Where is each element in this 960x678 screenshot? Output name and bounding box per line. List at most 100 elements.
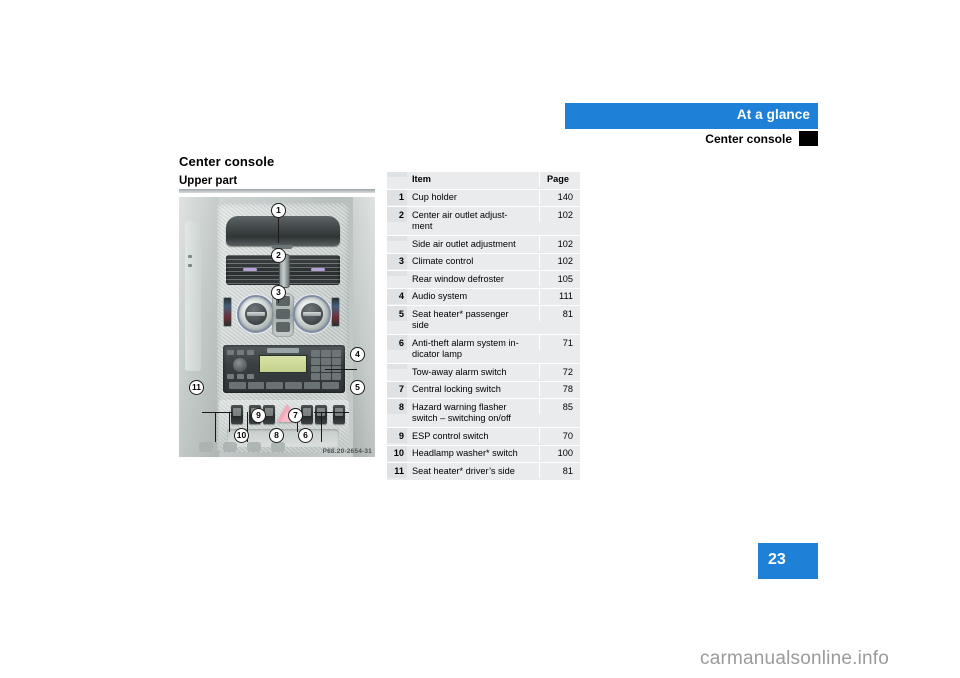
door-trim-inlay — [185, 221, 201, 371]
seat-heater-passenger-switch — [333, 405, 345, 424]
leader-line-9 — [229, 412, 231, 432]
row-page: 85 — [539, 399, 580, 414]
air-outlet-marker-left — [243, 268, 257, 271]
subtitle-rule — [179, 189, 375, 193]
row-item: Headlamp washer* switch — [412, 448, 518, 458]
preset-button — [229, 382, 246, 389]
row-item: Climate control — [412, 256, 474, 266]
keypad-key — [321, 373, 331, 380]
row-page: 100 — [539, 445, 580, 461]
row-number: 8 — [387, 399, 407, 414]
row-item: Seat heater* passenger side — [412, 308, 509, 331]
row-number: 7 — [387, 381, 407, 397]
table-row: 11 Seat heater* driver’s side 81 — [387, 463, 580, 480]
table-row: 2 Center air outlet adjust- ment 102 — [387, 207, 580, 236]
header-page: Page — [539, 172, 580, 187]
leader-line-6 — [321, 412, 323, 442]
audio-button — [237, 374, 244, 379]
table-row: 1 Cup holder 140 — [387, 189, 580, 207]
table-row: 5 Seat heater* passenger side 81 — [387, 306, 580, 335]
row-number: 1 — [387, 189, 407, 205]
header-num — [387, 172, 407, 177]
console-icon — [271, 442, 285, 452]
callout-6: 6 — [298, 428, 313, 443]
table-row: Side air outlet adjustment 102 — [387, 236, 580, 254]
page-subtitle: Upper part — [179, 175, 238, 187]
keypad-key — [331, 373, 341, 380]
page-number-box: 23 — [758, 543, 818, 579]
callout-1: 1 — [271, 203, 286, 218]
keypad-key — [311, 365, 321, 373]
console-icon — [223, 442, 237, 452]
row-item: Central locking switch — [412, 384, 501, 394]
preset-button — [266, 382, 284, 389]
audio-display — [259, 355, 307, 373]
door-trim-dot — [188, 264, 192, 267]
air-outlet-marker-right — [311, 268, 325, 271]
callout-11: 11 — [189, 380, 204, 395]
preset-button — [322, 382, 340, 389]
cup-holder-lid — [226, 216, 340, 246]
center-console-item-table: Item Page 1 Cup holder 140 2 Center air outl… — [387, 172, 580, 480]
row-item: Side air outlet adjustment — [412, 238, 516, 249]
site-watermark: carmanualsonline.info — [700, 648, 890, 669]
row-item: Rear window defroster — [412, 273, 504, 284]
row-page: 71 — [539, 335, 580, 350]
row-page: 105 — [539, 271, 580, 286]
keypad-key — [321, 350, 331, 357]
climate-dial-left — [237, 295, 275, 333]
climate-control-panel — [223, 293, 343, 337]
row-number: 3 — [387, 253, 407, 269]
header-item: Item — [412, 174, 431, 184]
brand-logo-icon — [267, 348, 299, 353]
keypad-key — [331, 357, 341, 365]
leader-line-11 — [202, 412, 232, 414]
callout-3: 3 — [271, 285, 286, 300]
callout-2: 2 — [271, 248, 286, 263]
page-number: 23 — [768, 551, 786, 568]
leader-line-4 — [325, 369, 357, 371]
row-number — [387, 271, 407, 276]
row-number: 10 — [387, 445, 407, 461]
row-number — [387, 364, 407, 369]
row-number — [387, 236, 407, 241]
leader-line-5 — [314, 412, 349, 414]
preset-button — [247, 382, 265, 389]
center-console-photo: P68.20-2654-31 — [179, 197, 375, 457]
row-number: 11 — [387, 463, 407, 478]
row-page: 81 — [539, 306, 580, 321]
row-item: Center air outlet adjust- ment — [412, 209, 508, 232]
preset-button — [285, 382, 302, 389]
chapter-title: At a glance — [736, 107, 810, 122]
row-page: 72 — [539, 364, 580, 379]
preset-button — [303, 382, 321, 389]
callout-4: 4 — [350, 347, 365, 362]
figure-caption: P68.20-2654-31 — [322, 448, 372, 455]
row-number: 9 — [387, 428, 407, 443]
row-page: 81 — [539, 463, 580, 478]
row-page: 102 — [539, 236, 580, 251]
section-tab-marker — [799, 131, 818, 146]
keypad-key — [311, 373, 321, 380]
keypad-key — [331, 350, 341, 357]
passenger-trim-panel — [353, 197, 375, 457]
row-item: ESP control switch — [412, 430, 489, 441]
audio-preset-row — [229, 382, 340, 389]
row-item: Cup holder — [412, 192, 457, 202]
table-row: 4 Audio system 111 — [387, 288, 580, 306]
callout-8: 8 — [269, 428, 284, 443]
row-item: Tow-away alarm switch — [412, 366, 507, 377]
audio-keypad — [311, 350, 341, 380]
audio-button — [247, 374, 254, 379]
section-title: Center console — [705, 132, 792, 146]
table-row: 6 Anti-theft alarm system in- dicator lam… — [387, 335, 580, 364]
callout-9: 9 — [251, 408, 266, 423]
recirculation-button — [276, 309, 290, 319]
row-number: 5 — [387, 306, 407, 321]
page-title: Center console — [179, 154, 275, 169]
table-row: 3 Climate control 102 — [387, 253, 580, 271]
row-item: Seat heater* driver’s side — [412, 465, 515, 476]
row-page: 102 — [539, 253, 580, 269]
console-icon — [247, 442, 261, 452]
callout-5: 5 — [350, 380, 365, 395]
